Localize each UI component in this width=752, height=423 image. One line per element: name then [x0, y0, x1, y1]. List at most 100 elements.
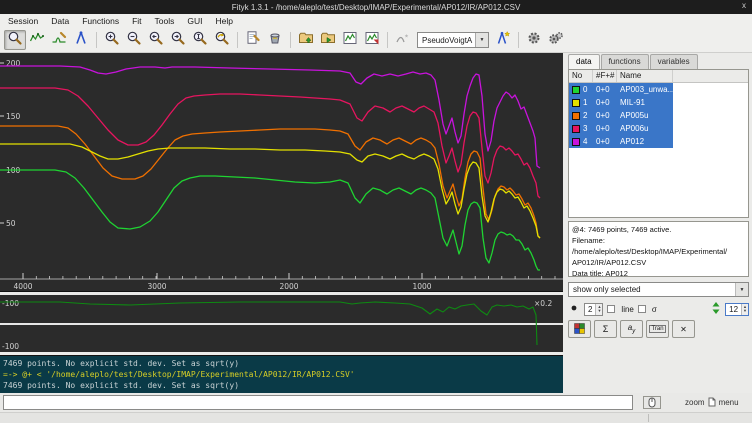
command-input[interactable]	[3, 395, 633, 410]
function-type-combo[interactable]: PseudoVoigtA▼	[417, 32, 489, 48]
sum-button[interactable]: Σ	[594, 320, 617, 338]
menu-tools[interactable]: Tools	[155, 16, 175, 26]
main-plot[interactable]: 400030002000100020015010050	[0, 53, 563, 292]
tick-label: 3000	[147, 282, 166, 291]
close-button[interactable]: x	[742, 1, 746, 10]
dataset-number: 1	[583, 98, 587, 107]
zoom-in-button[interactable]	[101, 30, 123, 50]
dataset-func-count: 0+0	[593, 83, 617, 96]
data-transform-button[interactable]	[264, 30, 286, 50]
delete-button[interactable]: ✕	[672, 320, 695, 338]
mouse-icon	[708, 397, 716, 409]
column-header-no[interactable]: No	[569, 70, 593, 82]
auxiliary-plot[interactable]: -100-100×0.2	[0, 295, 563, 352]
tab-functions[interactable]: functions	[601, 54, 649, 69]
dataset-name: AP005u	[617, 109, 673, 122]
tick-label: ×0.2	[534, 299, 552, 308]
stepper-arrows-icon[interactable]: ▲▼	[741, 304, 748, 315]
fit-run-button[interactable]	[523, 30, 545, 50]
add-function-button[interactable]	[492, 30, 514, 50]
menu-session[interactable]: Session	[8, 16, 38, 26]
sigma-checkbox[interactable]	[638, 305, 646, 313]
chart-box-icon	[342, 30, 358, 51]
dataset-row-3[interactable]: 30+0AP006u	[569, 122, 673, 135]
main-area: 400030002000100020015010050 -100-100×0.2…	[0, 53, 752, 393]
squiggle-icon	[29, 30, 45, 51]
compass-star-icon	[495, 30, 511, 51]
color-gradient-button[interactable]	[568, 320, 591, 338]
auxiliary-plot-canvas[interactable]: -100-100×0.2	[0, 295, 563, 352]
zoom-prev-button[interactable]	[145, 30, 167, 50]
mag-plus-icon	[104, 30, 120, 51]
menu-functions[interactable]: Functions	[82, 16, 119, 26]
add-point-mode-button[interactable]	[70, 30, 92, 50]
show-mode-dropdown[interactable]: show only selected ▼	[568, 282, 749, 297]
menu-bar: Session Data Functions Fit Tools GUI Help	[0, 14, 752, 28]
transform-button[interactable]: Tran	[646, 320, 669, 338]
menu-fit[interactable]: Fit	[132, 16, 141, 26]
line-checkbox[interactable]	[607, 305, 615, 313]
dataset-row-0[interactable]: 00+0AP003_unwa...	[569, 83, 673, 96]
export-plot-button[interactable]	[361, 30, 383, 50]
dataset-row-2[interactable]: 20+0AP005u	[569, 109, 673, 122]
stepper-arrows-icon[interactable]: ▲▼	[595, 304, 602, 315]
edit-script-button[interactable]	[242, 30, 264, 50]
open-data-button[interactable]	[295, 30, 317, 50]
dataset-row-1[interactable]: 10+0MIL-91	[569, 96, 673, 109]
bottom-bar: zoom menu	[0, 393, 752, 412]
console-line: =-> @+ < '/home/aleplo/test/Desktop/IMAP…	[3, 369, 560, 380]
peak-pencil-icon	[51, 30, 67, 51]
save-session-button[interactable]	[339, 30, 361, 50]
data-range-mode-button[interactable]	[26, 30, 48, 50]
folder-green-icon	[298, 30, 314, 51]
palette-icon	[574, 323, 585, 336]
mouse-hints: zoom menu	[685, 397, 739, 409]
tab-variables[interactable]: variables	[650, 54, 698, 69]
dataset-color-swatch[interactable]	[572, 112, 580, 120]
zoom-mode-button[interactable]	[4, 30, 26, 50]
dataset-buttons: ΣayTran✕	[568, 320, 749, 338]
mag-vert-icon	[192, 30, 208, 51]
column-header-f[interactable]: #F+#	[593, 70, 617, 82]
side-panel: datafunctionsvariables No #F+# Name 00+0…	[565, 53, 752, 393]
dataset-info-line: Filename: /home/aleplo/test/Desktop/IMAP…	[572, 235, 745, 257]
gear2-icon	[548, 30, 564, 51]
dataset-row-4[interactable]: 40+0AP012	[569, 135, 673, 148]
zoom-all-button[interactable]	[211, 30, 233, 50]
dataset-color-swatch[interactable]	[572, 138, 580, 146]
main-plot-canvas[interactable]: 400030002000100020015010050	[0, 53, 563, 292]
display-controls: 2 ▲▼ line σ 12 ▲▼	[568, 302, 749, 316]
y-scale-button[interactable]: ay	[620, 320, 643, 338]
zoom-vertical-button[interactable]	[189, 30, 211, 50]
fit-settings-button[interactable]	[545, 30, 567, 50]
tab-data[interactable]: data	[568, 54, 600, 69]
fx-gray-icon	[395, 30, 411, 51]
menu-data[interactable]: Data	[51, 16, 69, 26]
add-peak-mode-button[interactable]	[48, 30, 70, 50]
auto-add-button[interactable]	[392, 30, 414, 50]
dataset-color-swatch[interactable]	[572, 125, 580, 133]
dataset-number: 3	[583, 124, 587, 133]
folder-run-icon	[320, 30, 336, 51]
dataset-info: @4: 7469 points, 7469 active.Filename: /…	[568, 221, 749, 277]
title-bar: Fityk 1.3.1 - /home/aleplo/test/Desktop/…	[0, 0, 752, 14]
shift-stepper[interactable]: 12 ▲▼	[725, 303, 749, 316]
dataset-grid[interactable]: No #F+# Name 00+0AP003_unwa...10+0MIL-91…	[568, 69, 749, 218]
zoom-out-button[interactable]	[123, 30, 145, 50]
tick-label: -100	[2, 299, 19, 308]
combo-arrow-icon[interactable]: ▼	[475, 33, 488, 47]
dataset-color-swatch[interactable]	[572, 99, 580, 107]
dataset-color-swatch[interactable]	[572, 86, 580, 94]
column-header-name[interactable]: Name	[617, 70, 673, 82]
open-script-button[interactable]	[317, 30, 339, 50]
tick-label: 150	[6, 112, 21, 121]
point-size-icon	[568, 302, 580, 316]
dataset-number: 2	[583, 111, 587, 120]
menu-gui[interactable]: GUI	[187, 16, 202, 26]
menu-help[interactable]: Help	[216, 16, 233, 26]
mouse-hint-button[interactable]	[643, 396, 661, 409]
toolbar-separator	[96, 32, 97, 48]
dataset-info-line: AP012/IR/AP012.CSV	[572, 257, 745, 268]
point-size-stepper[interactable]: 2 ▲▼	[584, 303, 603, 316]
zoom-next-button[interactable]	[167, 30, 189, 50]
